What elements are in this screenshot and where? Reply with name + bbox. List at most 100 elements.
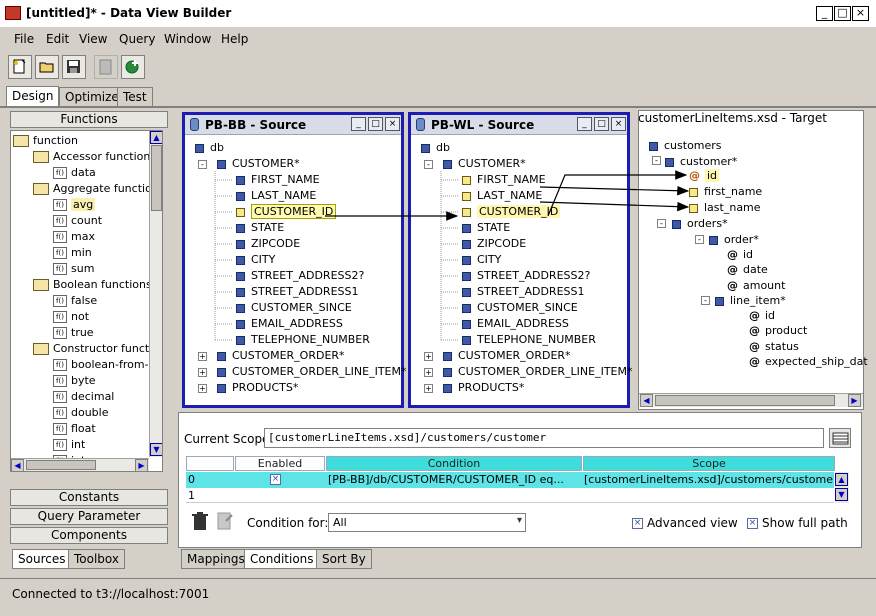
tree-field[interactable]: LAST_NAME (236, 189, 316, 203)
scroll-left-arrow[interactable]: ◀ (11, 459, 24, 471)
scroll-up-arrow[interactable]: ▲ (150, 131, 162, 144)
tree-field[interactable]: STREET_ADDRESS2? (462, 269, 590, 283)
function-tree-item[interactable]: Boolean functions (33, 277, 152, 293)
tree-table[interactable]: + CUSTOMER_ORDER* (198, 349, 345, 363)
column-header-enabled[interactable]: Enabled (235, 456, 325, 471)
target-tree-node[interactable]: last_name (689, 201, 761, 215)
source-minimize-button[interactable]: _ (351, 117, 366, 131)
function-tree-item[interactable]: f() float (53, 421, 96, 437)
components-section[interactable]: Components (10, 527, 168, 544)
show-full-path-option[interactable]: × Show full path (747, 516, 848, 530)
tree-table-customer[interactable]: - CUSTOMER* (198, 157, 300, 171)
function-tree-item[interactable]: Aggregate functions (33, 181, 162, 197)
menu-file[interactable]: File (14, 32, 34, 46)
target-tree-node[interactable]: @ id (727, 248, 753, 262)
target-tree-node[interactable]: line_item* (715, 294, 786, 308)
tree-table[interactable]: + PRODUCTS* (198, 381, 298, 395)
scroll-up-arrow[interactable]: ▲ (835, 473, 848, 486)
tree-field[interactable]: STREET_ADDRESS1 (236, 285, 359, 299)
tree-field[interactable]: STREET_ADDRESS1 (462, 285, 585, 299)
collapse-icon[interactable]: - (695, 235, 704, 244)
function-tree-item[interactable]: f() false (53, 293, 97, 309)
advanced-view-checkbox[interactable]: × (632, 518, 643, 529)
tree-table[interactable]: + CUSTOMER_ORDER* (424, 349, 571, 363)
tree-field[interactable]: FIRST_NAME (236, 173, 320, 187)
open-button[interactable] (35, 55, 59, 79)
source-close-button[interactable]: × (385, 117, 400, 131)
target-tree-node[interactable]: @ date (727, 263, 768, 277)
expand-icon[interactable]: + (198, 367, 207, 377)
collapse-icon[interactable]: - (198, 159, 207, 169)
tree-field[interactable]: CUSTOMER_ID (236, 204, 337, 219)
tree-field[interactable]: LAST_NAME (462, 189, 542, 203)
function-tree-item[interactable]: f() boolean-from-st (53, 357, 159, 373)
function-tree-item[interactable]: f() sum (53, 261, 94, 277)
target-tree-node[interactable]: @ id (749, 309, 775, 323)
tree-field[interactable]: ZIPCODE (236, 237, 300, 251)
target-tree-node[interactable]: @ amount (727, 279, 785, 293)
tab-sort-by[interactable]: Sort By (316, 549, 372, 569)
expand-icon[interactable]: + (198, 351, 207, 361)
tree-root-db[interactable]: db (195, 141, 224, 155)
tree-field[interactable]: CITY (236, 253, 275, 267)
collapse-icon[interactable]: - (701, 296, 710, 305)
tree-field[interactable]: TELEPHONE_NUMBER (462, 333, 596, 347)
function-tree-item[interactable]: Constructor functions (33, 341, 162, 357)
function-tree-item[interactable]: f() min (53, 245, 92, 261)
tree-field[interactable]: TELEPHONE_NUMBER (236, 333, 370, 347)
target-tree-node[interactable]: @ product (749, 324, 807, 338)
expand-icon[interactable]: + (424, 351, 433, 361)
tree-field[interactable]: EMAIL_ADDRESS (236, 317, 343, 331)
tab-sources[interactable]: Sources (12, 549, 72, 569)
menu-help[interactable]: Help (221, 32, 248, 46)
tree-field[interactable]: FIRST_NAME (462, 173, 546, 187)
source-maximize-button[interactable]: □ (594, 117, 609, 131)
tree-table[interactable]: + CUSTOMER_ORDER_LINE_ITEM* (424, 365, 633, 379)
target-tree-node[interactable]: first_name (689, 185, 762, 199)
function-tree-item[interactable]: function (13, 133, 78, 149)
source-close-button[interactable]: × (611, 117, 626, 131)
tree-field[interactable]: CUSTOMER_ID (462, 205, 561, 219)
edit-condition-button[interactable] (216, 511, 236, 533)
scope-cell[interactable]: [customerLineItems.xsd]/customers/custom… (584, 473, 834, 486)
function-tree-item[interactable]: f() int (53, 437, 85, 453)
grid-vscroll[interactable]: ▲ ▼ (835, 472, 849, 503)
function-tree-item[interactable]: f() data (53, 165, 96, 181)
column-header-condition[interactable]: Condition (326, 456, 582, 471)
tab-conditions[interactable]: Conditions (244, 549, 320, 569)
collapse-icon[interactable]: - (652, 156, 661, 165)
delete-condition-button[interactable] (190, 511, 212, 533)
menu-window[interactable]: Window (164, 32, 211, 46)
target-hscroll[interactable]: ◀ ▶ (639, 393, 863, 407)
functions-header[interactable]: Functions (10, 111, 168, 128)
minimize-button[interactable]: _ (816, 6, 833, 21)
condition-cell[interactable]: [PB-BB]/db/CUSTOMER/CUSTOMER_ID eq... (328, 473, 564, 486)
column-header-scope[interactable]: Scope (583, 456, 835, 471)
scroll-left-arrow[interactable]: ◀ (640, 394, 653, 407)
function-tree-item[interactable]: f() max (53, 229, 95, 245)
tree-root-db[interactable]: db (421, 141, 450, 155)
expand-icon[interactable]: + (198, 383, 207, 393)
table-row[interactable] (186, 489, 834, 503)
page-button[interactable] (94, 55, 118, 79)
query-parameter-section[interactable]: Query Parameter (10, 508, 168, 525)
function-tree-item[interactable]: f() count (53, 213, 102, 229)
target-tree-node[interactable]: order* (709, 233, 759, 247)
target-tree-node[interactable]: @ expected_ship_dat (749, 355, 868, 369)
source-minimize-button[interactable]: _ (577, 117, 592, 131)
function-tree-vscroll[interactable]: ▲ ▼ (149, 131, 162, 457)
scroll-down-arrow[interactable]: ▼ (835, 488, 848, 501)
tree-field[interactable]: STATE (462, 221, 510, 235)
function-tree-item[interactable]: Accessor functions (33, 149, 156, 165)
hscroll-thumb[interactable] (655, 395, 835, 406)
function-tree-item[interactable]: f() true (53, 325, 94, 341)
tab-test[interactable]: Test (117, 87, 153, 108)
advanced-view-option[interactable]: × Advanced view (632, 516, 738, 530)
target-tree-node[interactable]: orders* (672, 217, 728, 231)
function-tree-item[interactable]: f() double (53, 405, 109, 421)
tab-toolbox[interactable]: Toolbox (68, 549, 125, 569)
tree-table[interactable]: + CUSTOMER_ORDER_LINE_ITEM* (198, 365, 407, 379)
deploy-button[interactable] (121, 55, 145, 79)
hscroll-thumb[interactable] (26, 460, 96, 470)
tree-field[interactable]: CUSTOMER_SINCE (236, 301, 352, 315)
